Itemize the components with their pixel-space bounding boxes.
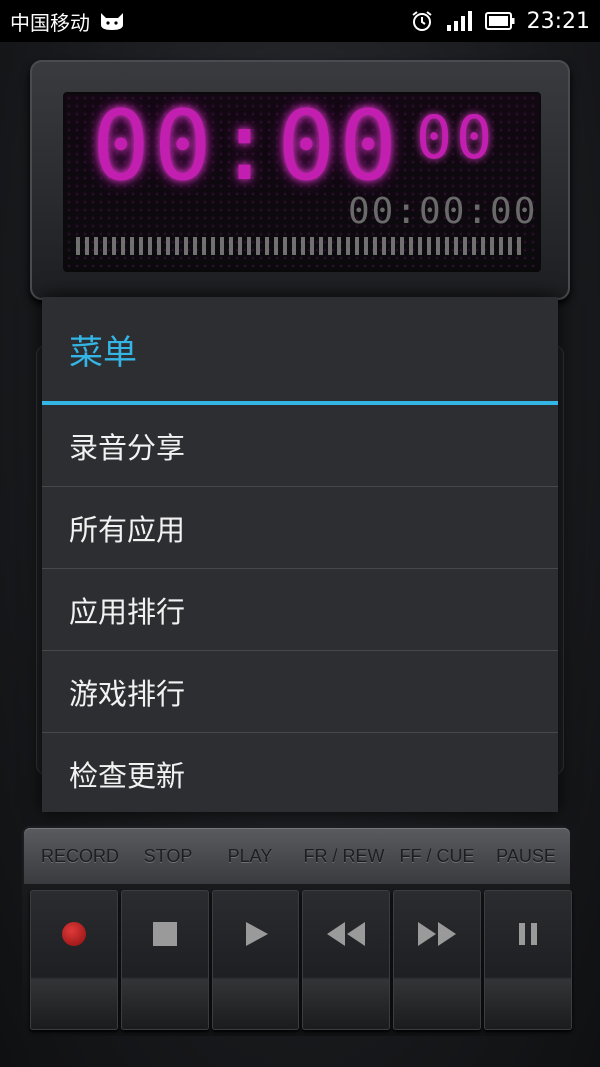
menu-title-bar: 菜单	[42, 297, 558, 401]
menu-title: 菜单	[69, 332, 137, 373]
menu-item-check-update[interactable]: 检查更新	[42, 733, 558, 814]
status-bar: 中国移动 23:21	[0, 0, 600, 42]
fast-forward-label: FF / CUE	[399, 845, 475, 866]
battery-icon	[484, 12, 515, 30]
rewind-label: FR / REW	[303, 845, 385, 866]
transport-labels-bar: RECORD STOP PLAY FR / REW FF / CUE PAUSE	[24, 828, 570, 884]
main-timer-subseconds: 00	[416, 103, 497, 173]
main-timer: 00:00	[92, 90, 401, 202]
fast-forward-button[interactable]	[393, 890, 482, 1030]
play-icon	[245, 922, 268, 946]
stop-icon	[152, 922, 177, 946]
menu-item-app-ranking[interactable]: 应用排行	[42, 569, 558, 651]
pause-icon	[519, 923, 538, 945]
alarm-clock-icon	[411, 11, 432, 31]
secondary-timer: 00:00:00	[348, 191, 538, 232]
menu-item-all-apps[interactable]: 所有应用	[42, 487, 558, 569]
stop-button[interactable]	[120, 890, 209, 1030]
rewind-icon	[327, 922, 366, 946]
signal-strength-icon	[446, 11, 472, 31]
rewind-button[interactable]	[302, 890, 391, 1030]
carrier-name: 中国移动	[10, 10, 90, 35]
status-right: 23:21	[411, 0, 590, 42]
options-menu-dialog: 菜单 录音分享 所有应用 应用排行 游戏排行 检查更新	[42, 297, 558, 812]
record-label: RECORD	[40, 845, 119, 866]
record-button[interactable]	[30, 890, 118, 1030]
menu-list: 录音分享 所有应用 应用排行 游戏排行 检查更新	[42, 405, 558, 814]
pause-button[interactable]	[484, 890, 572, 1030]
pause-label: PAUSE	[496, 845, 556, 866]
fast-forward-icon	[418, 922, 457, 946]
menu-item-share-recording[interactable]: 录音分享	[42, 405, 558, 487]
stop-label: STOP	[143, 845, 193, 866]
play-label: PLAY	[227, 845, 273, 866]
level-meter	[76, 237, 523, 255]
record-icon	[61, 922, 86, 946]
transport-buttons	[30, 890, 572, 1030]
menu-item-game-ranking[interactable]: 游戏排行	[42, 651, 558, 733]
status-left: 中国移动	[10, 0, 126, 42]
clock-time: 23:21	[526, 8, 590, 34]
cat-icon	[101, 13, 123, 30]
play-button[interactable]	[211, 890, 300, 1030]
